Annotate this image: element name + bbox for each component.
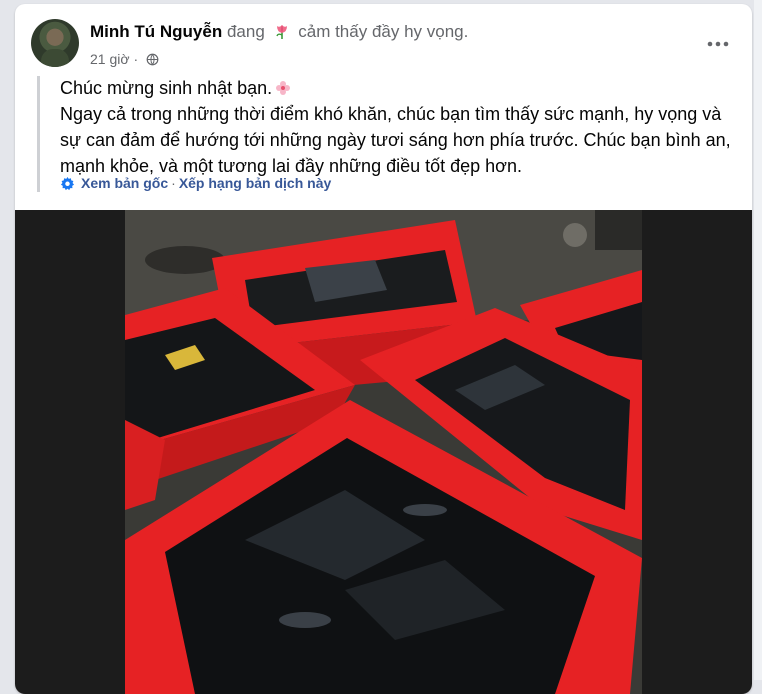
link-separator: ·	[171, 175, 176, 191]
feeling-prefix: đang	[226, 22, 265, 41]
author-line: Minh Tú Nguyễn đang cảm thấy đầy hy vọng…	[90, 22, 468, 42]
meta-separator: ·	[133, 51, 139, 67]
page-scrollbar[interactable]	[754, 0, 762, 680]
tulip-icon	[275, 25, 287, 39]
avatar[interactable]	[31, 19, 79, 67]
globe-icon[interactable]	[146, 53, 159, 66]
post-text-body: Ngay cả trong những thời điểm khó khăn, …	[60, 104, 731, 176]
feeling-text: cảm thấy đầy hy vọng.	[298, 22, 469, 41]
post-photo[interactable]	[15, 210, 752, 694]
author-name[interactable]: Minh Tú Nguyễn	[90, 22, 222, 41]
post-card: Minh Tú Nguyễn đang cảm thấy đầy hy vọng…	[15, 4, 752, 694]
rate-translation-link[interactable]: Xếp hạng bản dịch này	[179, 175, 331, 191]
more-options-button[interactable]	[700, 26, 736, 62]
post-text-line1: Chúc mừng sinh nhật bạn.	[60, 75, 740, 101]
post-time[interactable]: 21 giờ	[90, 51, 130, 67]
more-horizontal-icon	[707, 41, 729, 47]
post-text: Chúc mừng sinh nhật bạn. Ngay cả trong n…	[60, 75, 740, 179]
photo-eel-baskets	[125, 210, 642, 694]
flower-icon	[276, 81, 291, 95]
translation-actions: Xem bản gốc · Xếp hạng bản dịch này	[60, 175, 331, 191]
gear-icon	[60, 176, 75, 191]
post-meta: 21 giờ ·	[90, 51, 159, 67]
post-header: Minh Tú Nguyễn đang cảm thấy đầy hy vọng…	[15, 4, 752, 68]
see-original-link[interactable]: Xem bản gốc	[81, 175, 168, 191]
translation-quote-bar	[37, 76, 40, 192]
